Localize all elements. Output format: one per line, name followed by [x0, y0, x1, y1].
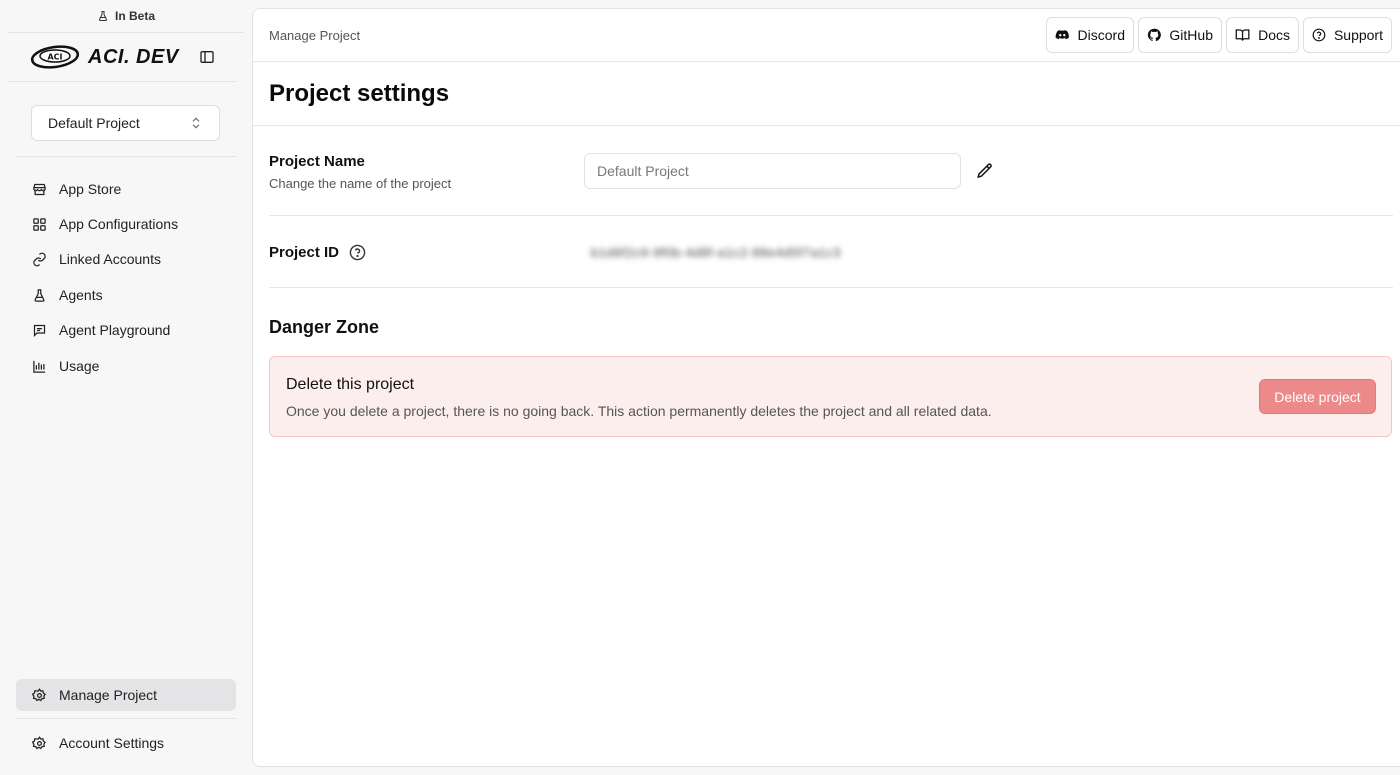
- sidebar-item-label: Usage: [59, 358, 100, 374]
- delete-project-description: Once you delete a project, there is no g…: [286, 403, 992, 419]
- docs-button[interactable]: Docs: [1226, 17, 1299, 53]
- sidebar-divider: [16, 156, 236, 157]
- github-icon: [1147, 28, 1161, 42]
- support-label: Support: [1333, 27, 1383, 43]
- brand-name: ACI. DEV: [88, 45, 179, 68]
- delete-project-heading: Delete this project: [286, 376, 415, 393]
- sidebar-item-label: Agents: [59, 287, 103, 303]
- top-bar: Manage Project Discord GitHub Docs Suppo…: [253, 9, 1400, 62]
- project-id-label: Project ID: [269, 244, 340, 261]
- discord-label: Discord: [1077, 27, 1125, 43]
- logo-badge-text: ACI: [47, 53, 62, 62]
- gear-icon: [32, 687, 46, 701]
- sidebar-divider: [16, 718, 236, 719]
- beta-label: In Beta: [114, 9, 155, 23]
- sidebar-item-app-configurations[interactable]: App Configurations: [16, 208, 236, 240]
- docs-label: Docs: [1258, 27, 1290, 43]
- project-selector-value: Default Project: [48, 115, 140, 131]
- sidebar-item-label: Account Settings: [59, 735, 165, 751]
- flask-icon: [34, 288, 45, 302]
- page-title: Project settings: [269, 80, 450, 107]
- sidebar-item-agents[interactable]: Agents: [16, 279, 236, 311]
- sidebar-item-usage[interactable]: Usage: [16, 350, 236, 382]
- sidebar-item-app-store[interactable]: App Store: [16, 173, 236, 205]
- main-panel: Manage Project Discord GitHub Docs Suppo…: [252, 8, 1400, 767]
- flask-icon: [98, 11, 108, 21]
- sidebar-item-label: Linked Accounts: [59, 251, 161, 267]
- discord-button[interactable]: Discord: [1046, 17, 1134, 53]
- danger-zone-box: Delete this project Once you delete a pr…: [269, 356, 1392, 437]
- delete-project-button[interactable]: Delete project: [1259, 379, 1376, 414]
- pencil-icon[interactable]: [976, 162, 994, 180]
- row-divider: [269, 215, 1393, 216]
- project-name-input[interactable]: [584, 153, 961, 189]
- grid-icon: [33, 217, 46, 231]
- sidebar-item-agent-playground[interactable]: Agent Playground: [16, 314, 236, 346]
- sidebar-item-linked-accounts[interactable]: Linked Accounts: [16, 243, 236, 275]
- beta-badge: In Beta: [8, 0, 244, 33]
- project-name-description: Change the name of the project: [269, 176, 452, 191]
- sidebar-item-label: App Store: [59, 181, 122, 197]
- link-icon: [33, 252, 46, 266]
- project-id-value: b1d6f2c9-9f0b-4d8f-a1c2-88e4d5f7a1c3: [591, 245, 842, 260]
- book-icon: [1235, 29, 1250, 41]
- breadcrumb: Manage Project: [269, 28, 361, 43]
- brand-logo[interactable]: ACI ACI. DEV: [30, 43, 179, 71]
- project-selector[interactable]: Default Project: [31, 105, 220, 141]
- sidebar-item-manage-project[interactable]: Manage Project: [16, 679, 236, 711]
- support-button[interactable]: Support: [1303, 17, 1392, 53]
- title-divider: [253, 125, 1400, 126]
- aci-logo-icon: ACI: [30, 45, 80, 69]
- project-name-label: Project Name: [269, 153, 365, 170]
- bar-chart-icon: [33, 360, 46, 373]
- danger-zone-title: Danger Zone: [269, 317, 380, 337]
- github-button[interactable]: GitHub: [1138, 17, 1222, 53]
- chat-icon: [33, 324, 46, 337]
- gear-icon: [32, 735, 46, 749]
- sidebar-panel-icon: [200, 51, 214, 63]
- chevron-up-down-icon: [192, 117, 200, 129]
- store-icon: [33, 183, 46, 195]
- help-circle-icon[interactable]: [349, 244, 366, 261]
- github-label: GitHub: [1169, 27, 1213, 43]
- discord-icon: [1055, 30, 1069, 40]
- sidebar-toggle-button[interactable]: [197, 47, 217, 67]
- help-circle-icon: [1312, 28, 1326, 42]
- brand: ACI ACI. DEV: [8, 33, 236, 82]
- sidebar: In Beta ACI ACI. DEV Default Project App…: [0, 0, 252, 775]
- sidebar-item-label: App Configurations: [59, 216, 179, 232]
- sidebar-item-label: Manage Project: [59, 687, 158, 703]
- sidebar-item-label: Agent Playground: [59, 322, 171, 338]
- row-divider: [269, 287, 1393, 288]
- sidebar-item-account-settings[interactable]: Account Settings: [16, 727, 236, 759]
